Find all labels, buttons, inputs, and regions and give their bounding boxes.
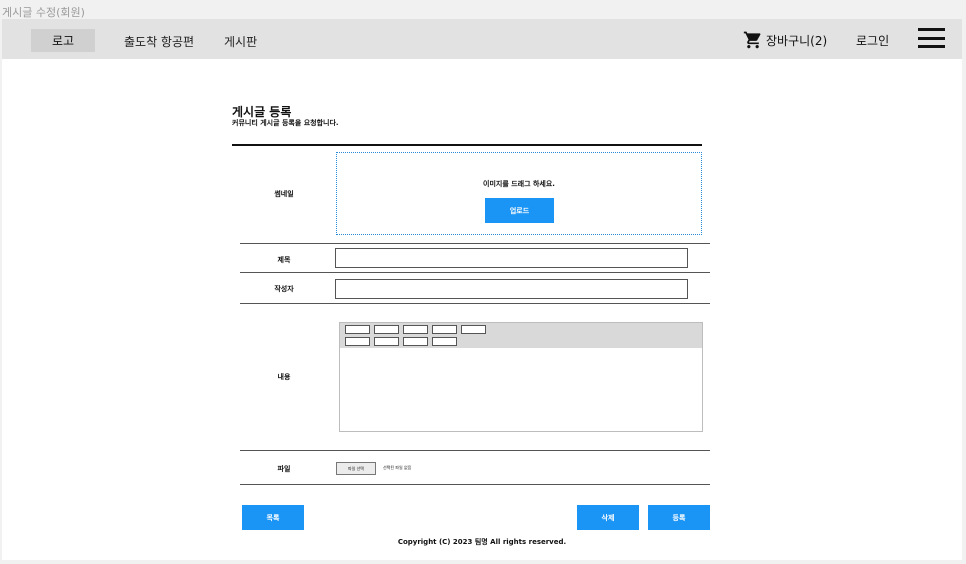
nav-link-flights[interactable]: 출도착 항공편 — [124, 33, 194, 50]
file-select-button[interactable]: 파일 선택 — [336, 462, 376, 475]
divider — [240, 272, 710, 273]
divider — [240, 484, 710, 485]
nav-link-board[interactable]: 게시판 — [224, 33, 257, 50]
title-label: 제목 — [277, 256, 291, 264]
image-dropzone[interactable]: 이미지를 드래그 하세요. 업로드 — [336, 152, 702, 235]
window-title: 게시글 수정(회원) — [2, 6, 85, 19]
toolbar-button[interactable] — [374, 337, 399, 346]
divider — [240, 303, 710, 304]
cart-link[interactable]: 장바구니(2) — [742, 30, 827, 50]
content-editor[interactable] — [339, 322, 703, 432]
submit-button[interactable]: 등록 — [648, 505, 710, 530]
login-link[interactable]: 로그인 — [856, 32, 889, 49]
upload-button[interactable]: 업로드 — [485, 198, 554, 223]
toolbar-button[interactable] — [345, 337, 370, 346]
toolbar-button[interactable] — [374, 325, 399, 334]
cart-icon — [743, 31, 761, 49]
page-subtitle: 커뮤니티 게시글 등록을 요청합니다. — [232, 119, 339, 127]
header-divider — [232, 144, 702, 146]
cart-label: 장바구니(2) — [766, 33, 828, 48]
footer-copyright: Copyright (C) 2023 팀명 All rights reserve… — [397, 538, 567, 546]
top-nav: 로고 출도착 항공편 게시판 장바구니(2) 로그인 — [2, 19, 962, 59]
divider — [240, 243, 710, 244]
editor-toolbar — [340, 323, 702, 348]
title-input[interactable] — [335, 248, 688, 268]
content-label: 내용 — [277, 373, 291, 381]
toolbar-button[interactable] — [403, 325, 428, 334]
author-input[interactable] — [335, 279, 688, 299]
list-button[interactable]: 목록 — [242, 505, 304, 530]
toolbar-button[interactable] — [432, 325, 457, 334]
hamburger-icon[interactable] — [918, 28, 945, 48]
file-status: 선택된 파일 없음 — [383, 465, 412, 470]
thumbnail-label: 썸네일 — [274, 190, 294, 198]
toolbar-button[interactable] — [345, 325, 370, 334]
toolbar-button[interactable] — [432, 337, 457, 346]
divider — [240, 450, 710, 451]
logo[interactable]: 로고 — [31, 29, 95, 52]
toolbar-button[interactable] — [461, 325, 486, 334]
toolbar-button[interactable] — [403, 337, 428, 346]
file-label: 파일 — [277, 465, 291, 473]
browser-frame: 로고 출도착 항공편 게시판 장바구니(2) 로그인 게시글 등록 커뮤니티 게… — [2, 19, 962, 560]
author-label: 작성자 — [274, 285, 294, 293]
delete-button[interactable]: 삭제 — [577, 505, 639, 530]
drop-hint: 이미지를 드래그 하세요. — [483, 180, 555, 188]
